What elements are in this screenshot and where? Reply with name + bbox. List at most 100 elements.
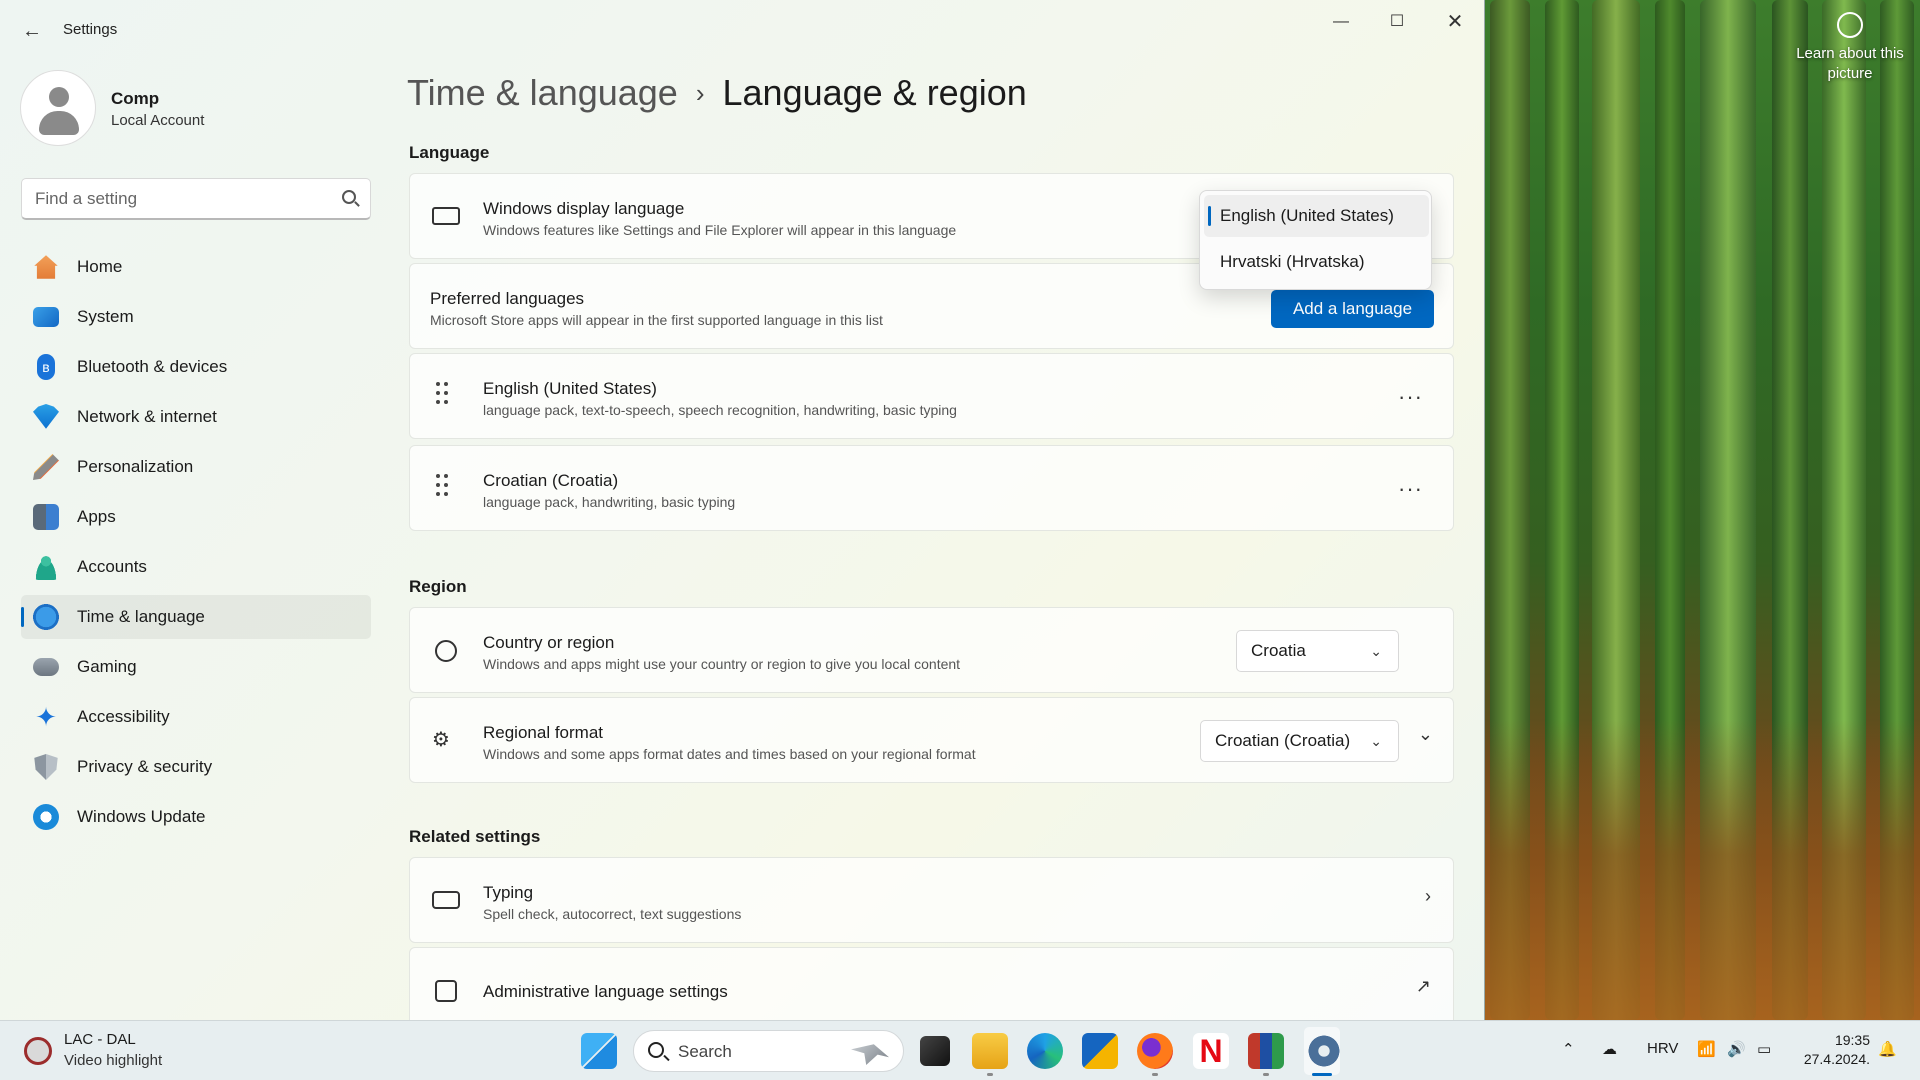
card-title: Preferred languages: [430, 289, 585, 308]
add-language-button[interactable]: Add a language: [1271, 290, 1434, 328]
sidebar-item-home[interactable]: Home: [21, 245, 371, 289]
list-item[interactable]: Croatian (Croatia) language pack, handwr…: [409, 445, 1454, 531]
globe-clock-icon: [33, 604, 59, 630]
regional-format-dropdown[interactable]: Croatian (Croatia) ⌄: [1200, 720, 1399, 762]
expand-chevron-icon[interactable]: ⌄: [1418, 724, 1433, 745]
widget-subtitle[interactable]: Video highlight: [64, 1052, 162, 1069]
person-icon: [33, 554, 59, 580]
file-explorer-icon[interactable]: [972, 1033, 1008, 1069]
country-dropdown[interactable]: Croatia ⌄: [1236, 630, 1399, 672]
firefox-icon[interactable]: [1137, 1033, 1173, 1069]
card-title: Windows display language: [483, 199, 685, 218]
back-button[interactable]: ←: [18, 18, 46, 44]
search-box[interactable]: [21, 178, 371, 220]
section-header-region: Region: [409, 577, 467, 596]
sidebar-item-privacy[interactable]: Privacy & security: [21, 745, 371, 789]
settings-icon[interactable]: [1306, 1033, 1342, 1069]
close-button[interactable]: ✕: [1432, 8, 1478, 36]
card-regional-format: ⚙ Regional format Windows and some apps …: [409, 697, 1454, 783]
task-view-icon[interactable]: [920, 1036, 950, 1066]
sidebar-item-gaming[interactable]: Gaming: [21, 645, 371, 689]
running-indicator: [1263, 1073, 1269, 1076]
page-title: Language & region: [722, 72, 1027, 113]
profile-account-type: Local Account: [111, 112, 205, 129]
brush-icon: [33, 454, 59, 480]
keyboard-icon: [432, 891, 460, 909]
accessibility-icon: ✦: [35, 702, 57, 732]
search-icon: [648, 1042, 664, 1058]
home-icon: [34, 255, 58, 279]
globe-icon: [435, 640, 457, 662]
volume-icon[interactable]: 🔊: [1727, 1040, 1746, 1058]
start-icon[interactable]: [581, 1033, 617, 1069]
avatar[interactable]: [20, 70, 96, 146]
dropdown-option[interactable]: English (United States): [1204, 195, 1429, 237]
regional-format-icon: ⚙: [432, 729, 450, 751]
wifi-icon[interactable]: 📶: [1697, 1040, 1716, 1058]
active-indicator: [1312, 1073, 1332, 1076]
netflix-icon[interactable]: N: [1193, 1033, 1229, 1069]
sidebar-item-time-language[interactable]: Time & language: [21, 595, 371, 639]
shield-icon: [34, 754, 58, 780]
battery-icon[interactable]: ▭: [1757, 1040, 1771, 1058]
sidebar-item-personalization[interactable]: Personalization: [21, 445, 371, 489]
taskbar: LAC - DAL Video highlight Search N ⌃ ☁ H…: [0, 1020, 1920, 1080]
gamepad-icon: [33, 658, 59, 676]
external-link-icon: ↗: [1415, 976, 1431, 996]
card-desc: Windows features like Settings and File …: [483, 222, 957, 238]
card-admin-language[interactable]: Administrative language settings ↗: [409, 947, 1454, 1020]
search-input[interactable]: [22, 179, 312, 219]
card-title: Regional format: [483, 723, 604, 742]
sidebar-item-windows-update[interactable]: Windows Update: [21, 795, 371, 839]
settings-window: ← Settings — ☐ ✕ Comp Local Account Home…: [0, 0, 1485, 1020]
camera-icon: [1837, 12, 1863, 38]
app-icon[interactable]: [1248, 1033, 1284, 1069]
sidebar-item-system[interactable]: System: [21, 295, 371, 339]
language-features: language pack, handwriting, basic typing: [483, 494, 736, 510]
list-item[interactable]: English (United States) language pack, t…: [409, 353, 1454, 439]
search-icon: [342, 190, 356, 204]
clock-date: 27.4.2024.: [1803, 1051, 1870, 1067]
sidebar-item-network[interactable]: Network & internet: [21, 395, 371, 439]
store-icon[interactable]: [1082, 1033, 1118, 1069]
minimize-button[interactable]: —: [1318, 8, 1364, 36]
clock-time: 19:35: [1834, 1032, 1870, 1048]
sidebar-item-label: Bluetooth & devices: [77, 357, 228, 376]
app-title: Settings: [63, 21, 118, 38]
input-language[interactable]: HRV: [1647, 1040, 1678, 1057]
sidebar-item-label: System: [77, 307, 134, 326]
chevron-right-icon: ›: [695, 78, 705, 108]
notification-bell-icon[interactable]: 🔔: [1878, 1040, 1897, 1058]
drag-handle-icon[interactable]: [436, 382, 450, 406]
sidebar-item-accessibility[interactable]: ✦ Accessibility: [21, 695, 371, 739]
drag-handle-icon[interactable]: [436, 474, 450, 498]
edge-icon[interactable]: [1027, 1033, 1063, 1069]
sidebar-item-label: Apps: [77, 507, 116, 526]
learn-about-picture[interactable]: Learn about this picture: [1790, 12, 1910, 84]
apps-icon: [33, 504, 59, 530]
breadcrumb-parent[interactable]: Time & language: [407, 72, 678, 113]
search-highlight-icon: [851, 1044, 889, 1065]
dropdown-option[interactable]: Hrvatski (Hrvatska): [1204, 241, 1429, 283]
card-typing[interactable]: Typing Spell check, autocorrect, text su…: [409, 857, 1454, 943]
running-indicator: [987, 1073, 993, 1076]
sidebar-item-bluetooth[interactable]: ʙ Bluetooth & devices: [21, 345, 371, 389]
sidebar-item-label: Network & internet: [77, 407, 217, 426]
widget-icon[interactable]: [24, 1037, 52, 1065]
minimize-icon: —: [1333, 13, 1349, 30]
laptop-icon: [432, 207, 460, 225]
onedrive-icon[interactable]: ☁: [1602, 1040, 1617, 1058]
more-options-button[interactable]: ···: [1398, 384, 1423, 410]
widget-title[interactable]: LAC - DAL: [64, 1031, 136, 1048]
taskbar-search[interactable]: Search: [633, 1030, 904, 1072]
more-options-button[interactable]: ···: [1398, 476, 1423, 502]
close-icon: ✕: [1446, 11, 1464, 33]
sidebar-item-apps[interactable]: Apps: [21, 495, 371, 539]
chevron-up-icon[interactable]: ⌃: [1562, 1040, 1575, 1058]
card-title: Administrative language settings: [483, 982, 728, 1001]
sidebar-item-accounts[interactable]: Accounts: [21, 545, 371, 589]
card-desc: Spell check, autocorrect, text suggestio…: [483, 906, 742, 922]
card-desc: Microsoft Store apps will appear in the …: [430, 312, 883, 328]
clock[interactable]: 19:35 27.4.2024.: [1790, 1031, 1870, 1069]
maximize-button[interactable]: ☐: [1374, 8, 1420, 36]
